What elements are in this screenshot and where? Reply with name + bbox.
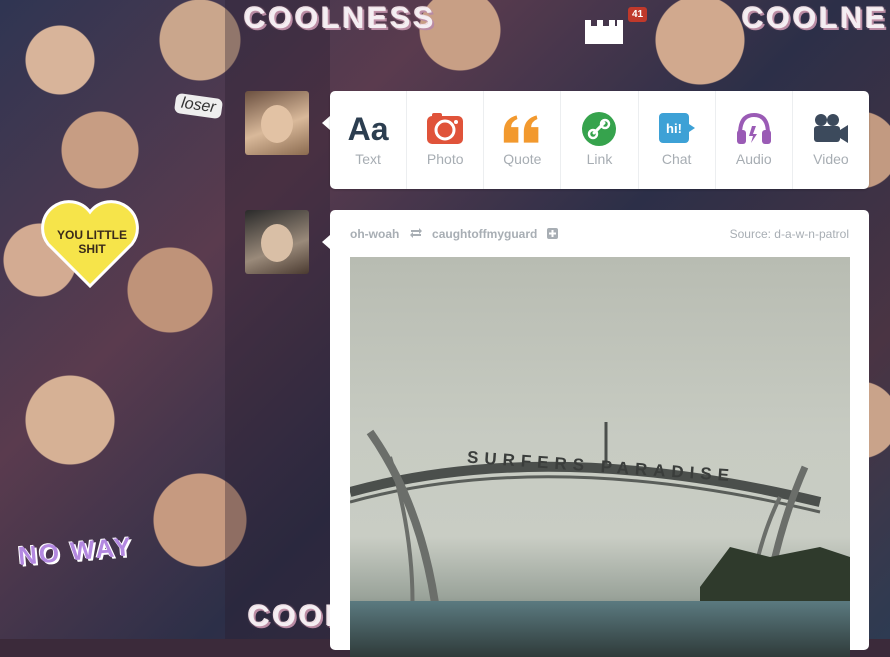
dashboard-post: oh-woah caughtoffmyguard Source: d-a-w-n… [330,210,869,657]
post-type-label: Video [813,151,849,167]
post-type-bar: Aa Text Photo Quote Link hi! Chat Audio [330,91,869,189]
reblog-icon [409,227,423,241]
link-icon [579,111,619,147]
post-type-chat-button[interactable]: hi! Chat [639,91,716,189]
follow-plus-icon[interactable] [546,228,558,242]
text-icon: Aa [347,111,389,147]
coolness-text-1: COOLNESS [244,2,437,35]
chat-icon: hi! [657,111,697,147]
camera-icon [425,111,465,147]
post-type-label: Quote [503,151,542,167]
post-author-avatar[interactable] [245,210,309,274]
post-type-label: Audio [735,151,772,167]
post-author-link[interactable]: oh-woah [350,227,399,241]
post-header: oh-woah caughtoffmyguard Source: d-a-w-n… [350,227,849,242]
post-type-label: Chat [661,151,692,167]
headphones-icon [734,111,774,147]
post-type-text-button[interactable]: Aa Text [330,91,408,189]
avatar-caret [322,116,330,130]
post-type-audio-button[interactable]: Audio [716,91,793,189]
post-photo[interactable]: SURFERS PARADISE [350,257,850,657]
coolness-text-2: COOLNE [742,2,889,35]
user-avatar[interactable] [245,91,309,155]
post-type-label: Text [355,151,381,167]
post-source-link[interactable]: Source: d-a-w-n-patrol [730,227,849,241]
post-type-photo-button[interactable]: Photo [407,91,485,189]
post-type-link-button[interactable]: Link [561,91,639,189]
heart-text: YOU LITTLE SHIT [57,228,127,256]
post-type-label: Link [586,151,613,167]
notification-badge[interactable]: 41 [628,7,648,22]
photo-sea [350,601,850,657]
post-type-video-button[interactable]: Video [793,91,869,189]
dashboard-castle-icon[interactable] [583,16,625,46]
post-type-quote-button[interactable]: Quote [484,91,562,189]
post-caret [322,235,330,249]
reblogged-from-link[interactable]: caughtoffmyguard [432,227,537,241]
post-type-label: Photo [426,151,464,167]
video-camera-icon [811,111,851,147]
svg-text:hi!: hi! [666,121,682,136]
quote-icon [502,111,542,147]
